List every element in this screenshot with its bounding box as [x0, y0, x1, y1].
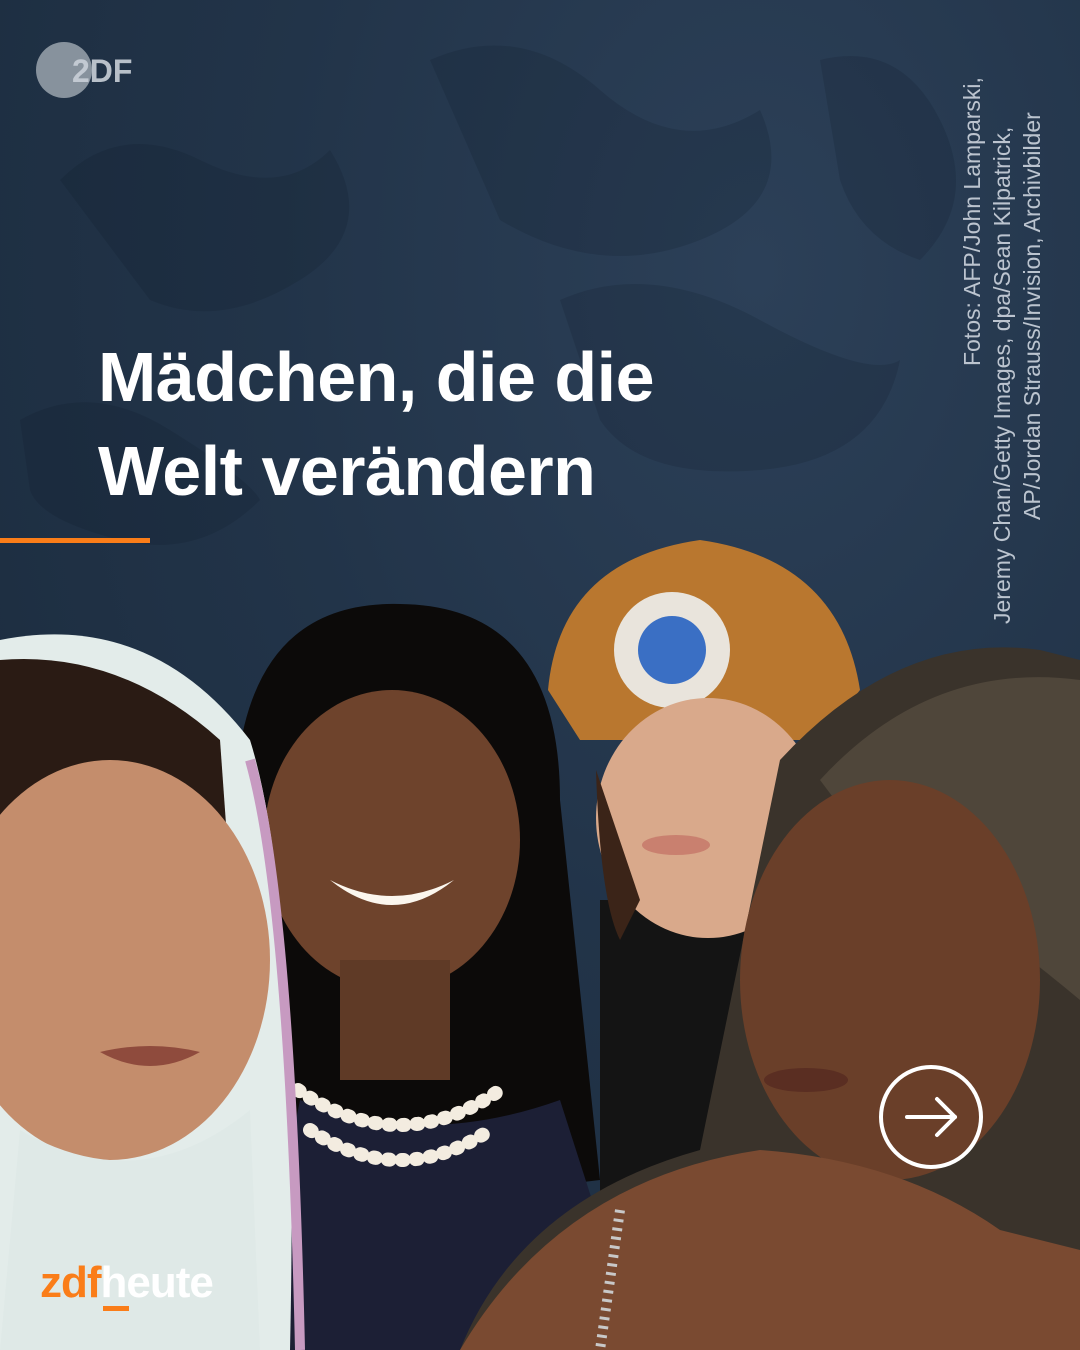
zdfheute-logo: zdfheute [40, 1258, 214, 1308]
arrow-right-circle-icon[interactable] [877, 1063, 985, 1171]
brand-part-zdf: zdf [40, 1258, 102, 1307]
brand-part-heute: heute [100, 1258, 214, 1307]
social-post-card: 2DF Fotos: AFP/John Lamparski, Jeremy Ch… [0, 0, 1080, 1350]
